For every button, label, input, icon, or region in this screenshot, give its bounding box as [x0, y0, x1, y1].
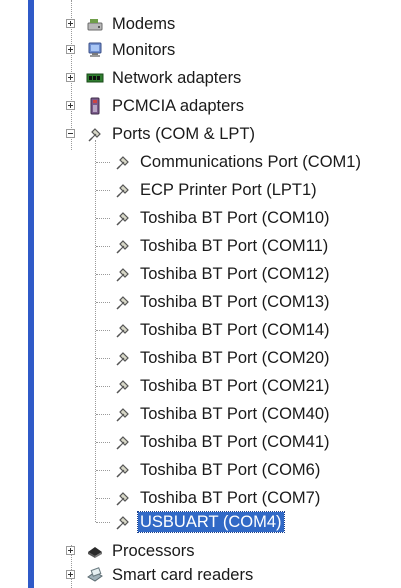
tree-guide-line: [96, 470, 110, 471]
tree-guide-line: [96, 190, 110, 191]
port-connector-icon: [116, 156, 129, 170]
tree-item-monitors[interactable]: Monitors: [64, 38, 177, 62]
pcmcia-icon: [90, 97, 100, 115]
tree-item-modems[interactable]: Modems: [64, 12, 177, 36]
port-item-com11[interactable]: Toshiba BT Port (COM11): [96, 234, 330, 258]
port-item-com21[interactable]: Toshiba BT Port (COM21): [96, 374, 332, 398]
expand-toggle[interactable]: [66, 570, 75, 579]
tree-item-network-adapters[interactable]: Network adapters: [64, 66, 243, 90]
port-connector-icon: [116, 296, 129, 310]
tree-item-label: Monitors: [112, 41, 176, 59]
port-connector-icon: [116, 240, 129, 254]
port-connector-icon: [116, 492, 129, 506]
tree-item-label: Toshiba BT Port (COM40): [140, 405, 330, 423]
tree-item-label: Toshiba BT Port (COM21): [140, 377, 330, 395]
tree-guide-line: [96, 274, 110, 275]
expand-toggle[interactable]: [66, 546, 75, 555]
collapse-toggle[interactable]: [66, 129, 75, 138]
port-item-com10[interactable]: Toshiba BT Port (COM10): [96, 206, 332, 230]
tree-item-label: Toshiba BT Port (COM11): [140, 237, 329, 255]
port-connector-icon: [116, 268, 129, 282]
port-connector-icon: [116, 380, 129, 394]
tree-item-label-selected: USBUART (COM4): [137, 511, 285, 533]
tree-item-label: Toshiba BT Port (COM20): [140, 349, 330, 367]
tree-item-label: Ports (COM & LPT): [112, 125, 256, 143]
tree-item-label: Toshiba BT Port (COM14): [140, 321, 330, 339]
port-connector-icon: [116, 324, 129, 338]
expand-toggle[interactable]: [66, 45, 75, 54]
port-item-com14[interactable]: Toshiba BT Port (COM14): [96, 318, 332, 342]
tree-guide-line: [96, 498, 110, 499]
tree-item-label: ECP Printer Port (LPT1): [140, 181, 317, 199]
port-connector-icon: [116, 436, 129, 450]
expand-toggle[interactable]: [66, 101, 75, 110]
port-connector-icon: [116, 464, 129, 478]
tree-item-label: Toshiba BT Port (COM41): [140, 433, 330, 451]
expand-toggle[interactable]: [66, 19, 75, 28]
tree-guide-line: [96, 414, 110, 415]
tree-item-label: Toshiba BT Port (COM13): [140, 293, 330, 311]
network-adapter-icon: [86, 73, 104, 83]
port-connector-icon: [88, 128, 101, 142]
port-connector-icon: [116, 352, 129, 366]
port-item-usbuart-com4[interactable]: USBUART (COM4): [96, 510, 285, 534]
processor-icon: [88, 547, 102, 558]
tree-guide-line: [96, 522, 110, 523]
device-manager-tree-view: Modems Monitors Network adapters PCMCIA …: [0, 0, 401, 588]
port-item-com6[interactable]: Toshiba BT Port (COM6): [96, 458, 322, 482]
tree-item-processors[interactable]: Processors: [64, 539, 197, 563]
port-item-com12[interactable]: Toshiba BT Port (COM12): [96, 262, 332, 286]
port-item-com20[interactable]: Toshiba BT Port (COM20): [96, 346, 332, 370]
port-connector-icon: [116, 184, 129, 198]
monitor-icon: [88, 42, 102, 57]
port-item-com40[interactable]: Toshiba BT Port (COM40): [96, 402, 332, 426]
tree-guide-line: [96, 246, 110, 247]
port-item-com41[interactable]: Toshiba BT Port (COM41): [96, 430, 332, 454]
tree-guide-line: [96, 386, 110, 387]
tree-item-label: Smart card readers: [112, 566, 254, 584]
tree-item-ports[interactable]: Ports (COM & LPT): [64, 122, 257, 146]
tree-item-label: Communications Port (COM1): [140, 153, 361, 171]
tree-guide-line: [96, 330, 110, 331]
port-connector-icon: [116, 212, 129, 226]
tree-item-label: Toshiba BT Port (COM10): [140, 209, 330, 227]
port-item-lpt1[interactable]: ECP Printer Port (LPT1): [96, 178, 319, 202]
port-item-com1[interactable]: Communications Port (COM1): [96, 150, 363, 174]
tree-item-label: Toshiba BT Port (COM6): [140, 461, 321, 479]
expand-toggle[interactable]: [66, 73, 75, 82]
port-connector-icon: [116, 516, 129, 530]
tree-item-smart-card-readers[interactable]: Smart card readers: [64, 563, 255, 587]
tree-guide-line: [96, 442, 110, 443]
tree-guide-line: [96, 302, 110, 303]
tree-guide-line: [96, 218, 110, 219]
tree-item-label: Toshiba BT Port (COM7): [140, 489, 321, 507]
tree-item-label: Toshiba BT Port (COM12): [140, 265, 330, 283]
tree-guide-line: [96, 162, 110, 163]
modem-icon: [87, 19, 103, 31]
port-item-com13[interactable]: Toshiba BT Port (COM13): [96, 290, 332, 314]
tree-item-label: Modems: [112, 15, 176, 33]
device-tree[interactable]: Modems Monitors Network adapters PCMCIA …: [0, 0, 401, 588]
tree-item-label: PCMCIA adapters: [112, 97, 245, 115]
port-item-com7[interactable]: Toshiba BT Port (COM7): [96, 486, 322, 510]
tree-item-label: Processors: [112, 542, 195, 560]
smart-card-reader-icon: [87, 567, 103, 582]
tree-item-pcmcia-adapters[interactable]: PCMCIA adapters: [64, 94, 246, 118]
tree-item-label: Network adapters: [112, 69, 242, 87]
tree-guide-line: [96, 358, 110, 359]
port-connector-icon: [116, 408, 129, 422]
